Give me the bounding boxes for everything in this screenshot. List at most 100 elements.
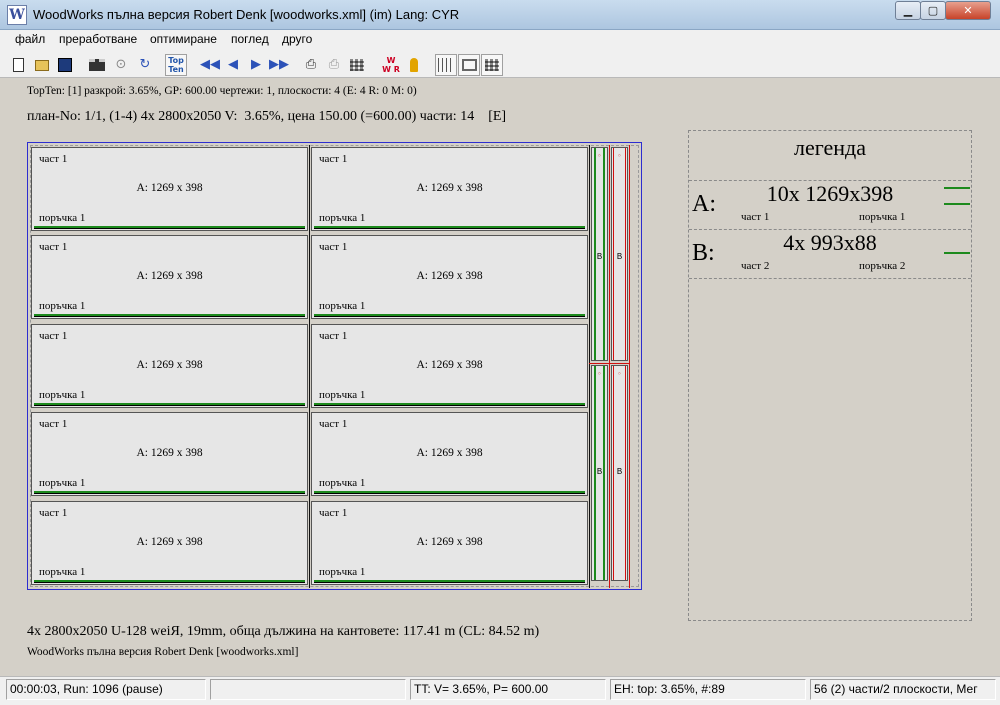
legend-panel: легенда A: 10x 1269x398 част 1 поръчка 1… [688,130,972,621]
legend-row-b[interactable]: B: 4x 993x88 част 2 поръчка 2 [689,229,971,277]
last-icon: ▶▶ [269,57,289,72]
status-eh: EH: top: 3.65%, #:89 [610,679,806,700]
strip-part[interactable]: ◦ B [591,147,608,361]
refresh-icon: ↻ [139,57,151,72]
layout-icon [485,59,499,71]
print-preview-button[interactable]: ⎙ [323,54,345,76]
edge-banding-line [34,580,305,583]
edge-banding-line [314,491,585,494]
strip-part[interactable]: ◦ B [611,147,628,361]
part-tile[interactable]: част 1 A: 1269 x 398 поръчка 1 [31,235,308,319]
part-size: A: 1269 x 398 [136,359,203,371]
next-button[interactable]: ▶ [245,54,267,76]
strip-label: B [616,252,623,261]
key-icon [410,58,418,72]
status-run-time: 00:00:03, Run: 1096 (pause) [6,679,206,700]
menu-file[interactable]: файл [15,32,45,46]
edge-banding-line [314,403,585,406]
title-bar[interactable]: W WoodWorks пълна версия Robert Denk [wo… [0,0,1000,30]
strip-part[interactable]: ◦ B [611,365,628,581]
part-size: A: 1269 x 398 [416,359,483,371]
frame-icon [461,59,477,71]
sliders-icon [438,58,454,72]
marker-dot: ◦ [597,152,602,160]
edge-banding-line [314,226,585,229]
topten-button[interactable]: Top Ten [165,54,187,76]
grid-button[interactable] [346,54,368,76]
part-tile[interactable]: част 1 A: 1269 x 398 поръчка 1 [311,235,588,319]
minimize-button[interactable]: ▁ [895,1,921,20]
legend-size: 4x 993x88 [783,230,877,255]
layout-button[interactable] [481,54,503,76]
menu-edit[interactable]: преработване [59,32,137,46]
open-button[interactable] [31,54,53,76]
save-button[interactable] [54,54,76,76]
print-button[interactable]: ⎙ [300,54,322,76]
open-folder-icon [35,60,49,71]
menu-bar: файл преработване оптимиране поглед друг… [0,30,1000,50]
edge-banding-line [314,314,585,317]
maximize-button[interactable]: ▢ [920,1,946,20]
part-order: поръчка 1 [319,566,366,578]
legend-row-a[interactable]: A: 10x 1269x398 част 1 поръчка 1 [689,180,971,228]
cut-line [309,145,310,588]
edge-banding-line [34,226,305,229]
cutting-plan[interactable]: част 1 A: 1269 x 398 поръчка 1 част 1 A:… [27,142,642,590]
close-icon: ✕ [963,4,973,17]
first-button[interactable]: ◀◀ [199,54,221,76]
refresh-button[interactable]: ↻ [134,54,156,76]
menu-view[interactable]: поглед [231,32,269,46]
part-tile[interactable]: част 1 A: 1269 x 398 поръчка 1 [31,412,308,496]
part-order: поръчка 1 [319,477,366,489]
part-tile[interactable]: част 1 A: 1269 x 398 поръчка 1 [311,324,588,408]
part-tile[interactable]: част 1 A: 1269 x 398 поръчка 1 [31,147,308,231]
cut-line-red [629,145,630,588]
part-tile[interactable]: част 1 A: 1269 x 398 поръчка 1 [311,147,588,231]
part-name: част 1 [39,241,68,253]
part-order: поръчка 1 [39,300,86,312]
close-button[interactable]: ✕ [945,1,991,20]
part-name: част 1 [319,241,348,253]
film-button[interactable] [86,54,108,76]
settings-button[interactable]: ⊙ [110,54,132,76]
edge-banding-line [34,491,305,494]
part-name: част 1 [319,507,348,519]
previous-button[interactable]: ◀ [222,54,244,76]
part-order: поръчка 1 [39,212,86,224]
part-order: поръчка 1 [319,389,366,401]
frame-button[interactable] [458,54,480,76]
sliders-button[interactable] [435,54,457,76]
topten-info: TopTen: [1] разкрой: 3.65%, GP: 600.00 ч… [27,85,417,97]
part-tile[interactable]: част 1 A: 1269 x 398 поръчка 1 [311,412,588,496]
minimize-icon: ▁ [903,4,913,17]
strip-part[interactable]: ◦ B [591,365,608,581]
part-name: част 1 [319,330,348,342]
part-size: A: 1269 x 398 [136,536,203,548]
part-size: A: 1269 x 398 [136,182,203,194]
print-icon: ⎙ [305,57,317,72]
part-tile[interactable]: част 1 A: 1269 x 398 поръчка 1 [311,501,588,585]
part-tile[interactable]: част 1 A: 1269 x 398 поръчка 1 [31,324,308,408]
legend-divider [689,278,971,279]
footer-text: WoodWorks пълна версия Robert Denk [wood… [27,646,299,658]
settings-circle-icon: ⊙ [115,57,127,72]
part-size: A: 1269 x 398 [416,182,483,194]
part-name: част 1 [39,507,68,519]
menu-other[interactable]: друго [282,32,312,46]
legend-title: легенда [794,135,866,160]
key-button[interactable] [403,54,425,76]
part-size: A: 1269 x 398 [416,270,483,282]
maximize-icon: ▢ [927,4,939,17]
new-button[interactable] [7,54,29,76]
wwr-button[interactable]: W W R [380,54,402,76]
last-button[interactable]: ▶▶ [268,54,290,76]
edge-swatch-icon [944,187,970,205]
edge-banding-line [34,314,305,317]
topten-icon: Top Ten [168,56,184,74]
part-size: A: 1269 x 398 [416,536,483,548]
status-empty [210,679,406,700]
marker-dot: ◦ [617,152,622,160]
part-tile[interactable]: част 1 A: 1269 x 398 поръчка 1 [31,501,308,585]
menu-optimize[interactable]: оптимиране [150,32,217,46]
window-title: WoodWorks пълна версия Robert Denk [wood… [33,7,460,22]
